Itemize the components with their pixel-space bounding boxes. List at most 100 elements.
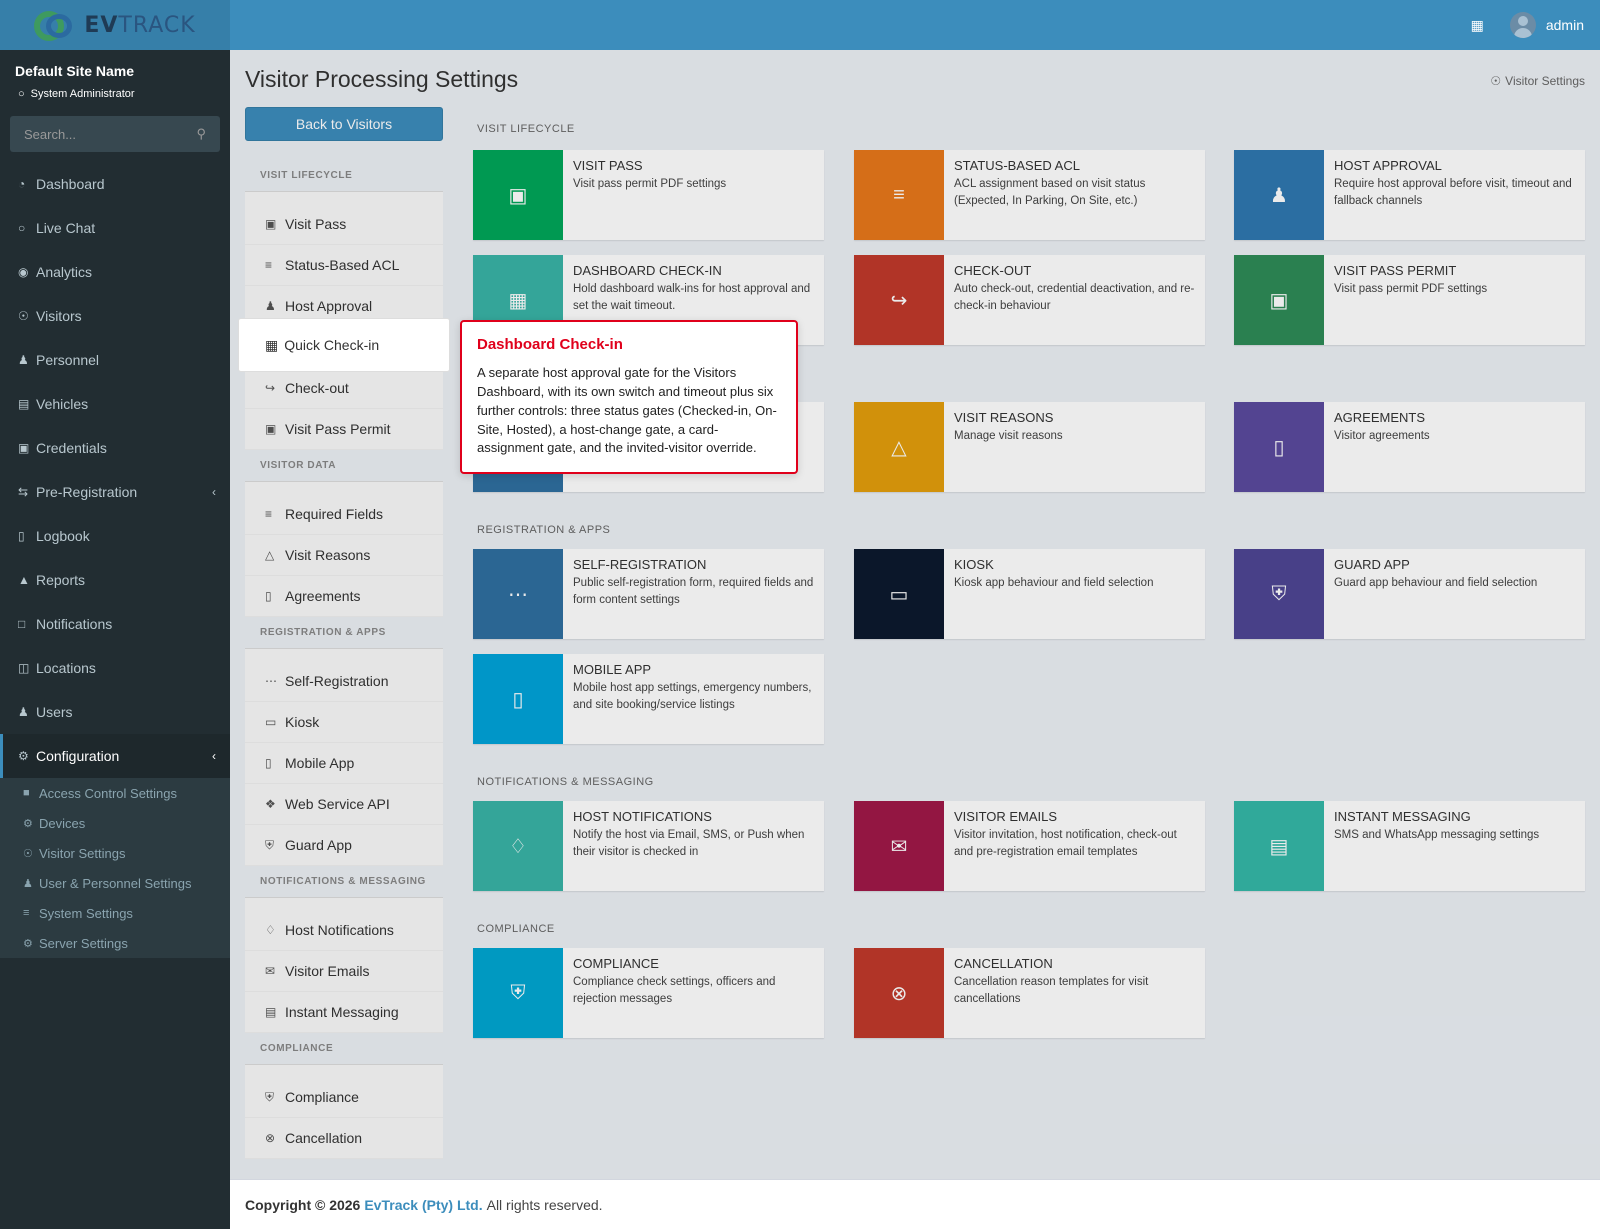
footer: Copyright © 2026 EvTrack (Pty) Ltd. All … (230, 1179, 1600, 1229)
settings-nav-cancellation[interactable]: ⊗ Cancellation (245, 1118, 443, 1159)
settings-nav-instant-messaging[interactable]: ▤ Instant Messaging (245, 992, 443, 1033)
logout-icon: ↪ (265, 381, 276, 395)
sidebar-item-users[interactable]: ♟ Users (0, 690, 230, 734)
chevron-left-icon: ‹ (212, 485, 216, 499)
settings-nav-check-out[interactable]: ↪ Check-out (245, 368, 443, 409)
settings-nav-compliance[interactable]: ⛨ Compliance (245, 1077, 443, 1118)
back-to-visitors-button[interactable]: Back to Visitors (245, 107, 443, 141)
sidebar: Default Site Name ○ System Administrator … (0, 50, 230, 1229)
card-agreements[interactable]: ▯ AGREEMENTS Visitor agreements (1234, 402, 1585, 492)
shield-search-icon: ⛨ (473, 948, 563, 1038)
shield-search-icon: ⛨ (265, 1089, 275, 1104)
tooltip-title: Dashboard Check-in (477, 336, 623, 353)
analytics-icon: ◉ (18, 265, 29, 279)
card-check-out[interactable]: ↪ CHECK-OUT Auto check-out, credential de… (854, 255, 1205, 345)
section-title: NOTIFICATIONS & MESSAGING (477, 776, 654, 788)
sidebar-item-dashboard[interactable]: ◔ Dashboard (0, 162, 230, 206)
monitor-icon: ▭ (854, 549, 944, 639)
sidebar-item-pre-registration[interactable]: ⇆ Pre-Registration ‹ (0, 470, 230, 514)
sidebar-item-reports[interactable]: ▲ Reports (0, 558, 230, 602)
breadcrumb[interactable]: ☉ Visitor Settings (1490, 74, 1585, 88)
card-visit-pass[interactable]: ▣ VISIT PASS Visit pass permit PDF settin… (473, 150, 824, 240)
card-host-approval[interactable]: ♟ HOST APPROVAL Require host approval bef… (1234, 150, 1585, 240)
card-self-registration[interactable]: ⋯ SELF-REGISTRATION Public self-registrat… (473, 549, 824, 639)
sidebar-item-notifications[interactable]: □ Notifications (0, 602, 230, 646)
card-compliance[interactable]: ⛨ COMPLIANCE Compliance check settings, o… (473, 948, 824, 1038)
subnav-devices[interactable]: ⚙ Devices (0, 808, 230, 838)
company-link[interactable]: EvTrack (Pty) Ltd. (364, 1197, 482, 1213)
user-check-icon: ♟ (265, 299, 276, 313)
checklist-icon: ≡ (265, 258, 273, 272)
top-header: EVTRACK ▦ admin (0, 0, 1600, 50)
sidebar-item-logbook[interactable]: ▯ Logbook (0, 514, 230, 558)
user-icon: ♟ (18, 705, 29, 719)
sidebar-item-vehicles[interactable]: ▤ Vehicles (0, 382, 230, 426)
sidebar-item-credentials[interactable]: ▣ Credentials (0, 426, 230, 470)
sidebar-item-analytics[interactable]: ◉ Analytics (0, 250, 230, 294)
card-visitor-emails[interactable]: ✉ VISITOR EMAILS Visitor invitation, host… (854, 801, 1205, 891)
chart-icon: ▲ (18, 573, 30, 587)
shapes-icon: △ (265, 548, 275, 562)
search-input[interactable]: Search... ⚲ (10, 116, 220, 152)
user-name: admin (1545, 17, 1584, 33)
settings-nav-kiosk[interactable]: ▭ Kiosk (245, 702, 443, 743)
form-icon: ⋯ (473, 549, 563, 639)
subnav-user-personnel-settings[interactable]: ♟ User & Personnel Settings (0, 868, 230, 898)
sidebar-item-visitors[interactable]: ☉ Visitors (0, 294, 230, 338)
settings-nav-visit-pass-permit[interactable]: ▣ Visit Pass Permit (245, 409, 443, 450)
settings-nav-visitor-emails[interactable]: ✉ Visitor Emails (245, 951, 443, 992)
phone-icon: ▯ (265, 756, 272, 770)
settings-nav-mobile-app[interactable]: ▯ Mobile App (245, 743, 443, 784)
subnav-access-control[interactable]: ■ Access Control Settings (0, 778, 230, 808)
search-icon[interactable]: ⚲ (196, 126, 206, 142)
card-instant-messaging[interactable]: ▤ INSTANT MESSAGING SMS and WhatsApp mess… (1234, 801, 1585, 891)
settings-nav-self-registration[interactable]: ⋯ Self-Registration (245, 661, 443, 702)
card-cancellation[interactable]: ⊗ CANCELLATION Cancellation reason templa… (854, 948, 1205, 1038)
door-icon[interactable]: ▦ (1471, 17, 1484, 34)
badge-icon: ▣ (265, 422, 277, 436)
card-mobile-app[interactable]: ▯ MOBILE APP Mobile host app settings, em… (473, 654, 824, 744)
sidebar-nav: ◔ Dashboard ○ Live Chat ◉ Analytics ☉ Visito… (0, 162, 230, 958)
mail-icon: ✉ (854, 801, 944, 891)
settings-nav-visit-pass[interactable]: ▣ Visit Pass (245, 204, 443, 245)
card-host-notifications[interactable]: ♢ HOST NOTIFICATIONS Notify the host via … (473, 801, 824, 891)
card-kiosk[interactable]: ▭ KIOSK Kiosk app behaviour and field sel… (854, 549, 1205, 639)
message-icon: ▤ (1234, 801, 1324, 891)
shield-icon: ⛨ (265, 837, 275, 852)
settings-nav-guard-app[interactable]: ⛨ Guard App (245, 825, 443, 866)
card-visit-reasons[interactable]: △ VISIT REASONS Manage visit reasons (854, 402, 1205, 492)
server-icon: ⚙ (23, 937, 33, 950)
ticket-icon: ▣ (473, 150, 563, 240)
nav-group-header: VISITOR DATA (245, 450, 443, 482)
door-icon: ▦ (265, 336, 279, 353)
eye-icon: ☉ (18, 309, 29, 323)
user-menu[interactable]: admin (1509, 12, 1584, 38)
x-circle-icon: ⊗ (854, 948, 944, 1038)
subnav-system-settings[interactable]: ≡ System Settings (0, 898, 230, 928)
card-visit-pass-permit[interactable]: ▣ VISIT PASS PERMIT Visit pass permit PDF… (1234, 255, 1585, 345)
person-icon: ♟ (18, 353, 29, 367)
settings-nav-visit-reasons[interactable]: △ Visit Reasons (245, 535, 443, 576)
mail-icon: ✉ (265, 964, 276, 978)
settings-nav-host-notifications[interactable]: ♢ Host Notifications (245, 910, 443, 951)
bell-icon: ♢ (265, 923, 276, 937)
arrows-icon: ⇆ (18, 485, 29, 499)
settings-nav-agreements[interactable]: ▯ Agreements (245, 576, 443, 617)
brand-logo[interactable]: EVTRACK (0, 0, 230, 50)
sidebar-item-live-chat[interactable]: ○ Live Chat (0, 206, 230, 250)
spotlight-quick-checkin[interactable]: ▦ Quick Check-in (239, 319, 449, 371)
logout-icon: ↪ (854, 255, 944, 345)
sidebar-item-personnel[interactable]: ♟ Personnel (0, 338, 230, 382)
settings-nav-status-acl[interactable]: ≡ Status-Based ACL (245, 245, 443, 286)
settings-nav-web-service-api[interactable]: ❖ Web Service API (245, 784, 443, 825)
card-status-acl[interactable]: ≡ STATUS-BASED ACL ACL assignment based o… (854, 150, 1205, 240)
subnav-server-settings[interactable]: ⚙ Server Settings (0, 928, 230, 958)
section-title: COMPLIANCE (477, 923, 555, 935)
card-guard-app[interactable]: ⛨ GUARD APP Guard app behaviour and field… (1234, 549, 1585, 639)
sidebar-item-configuration[interactable]: ⚙ Configuration ‹ (0, 734, 230, 778)
checklist-icon: ≡ (265, 507, 273, 521)
subnav-visitor-settings[interactable]: ☉ Visitor Settings (0, 838, 230, 868)
sidebar-item-locations[interactable]: ◫ Locations (0, 646, 230, 690)
speedometer-icon: ◔ (18, 177, 26, 191)
settings-nav-required-fields[interactable]: ≡ Required Fields (245, 494, 443, 535)
